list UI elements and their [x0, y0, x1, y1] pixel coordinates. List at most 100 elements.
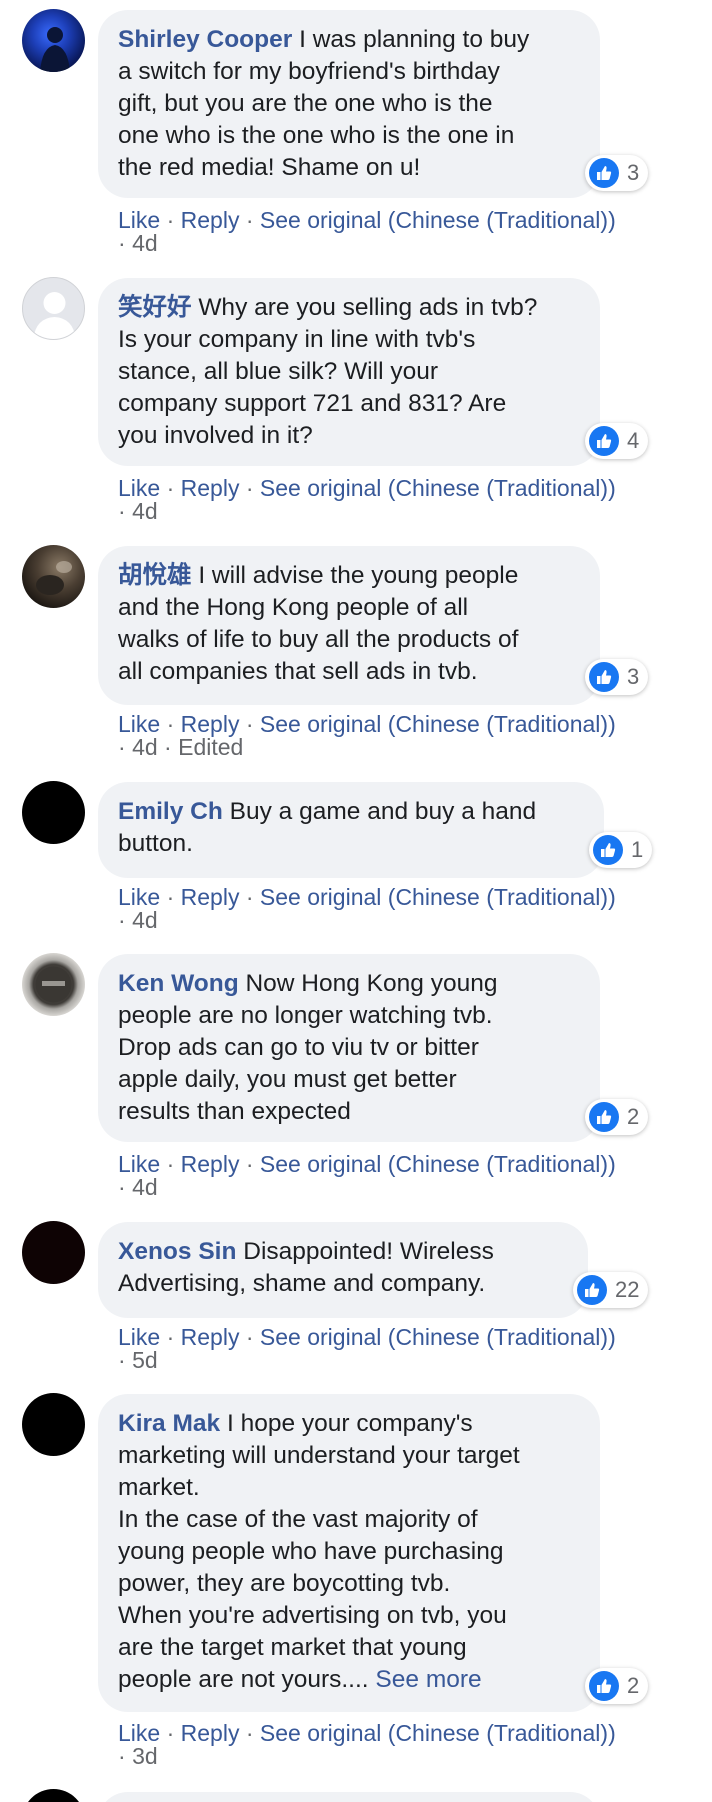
comment-meta: · 5d	[118, 1347, 158, 1373]
comment-text: all companies that sell ads in tvb.	[118, 658, 478, 685]
comment-timestamp[interactable]: 5d	[132, 1347, 158, 1373]
thumbs-up-icon	[589, 662, 619, 692]
reply-button[interactable]: Reply	[181, 884, 240, 910]
reaction-count[interactable]: 22	[573, 1272, 649, 1308]
comment-meta: · 4d	[118, 907, 158, 933]
comment-text: button.	[118, 830, 193, 857]
comment-meta: · 4d	[118, 1174, 158, 1200]
comment-text: a switch for my boyfriend's birthday	[118, 58, 500, 85]
comment-text: When you're advertising on tvb, you	[118, 1602, 507, 1629]
comment-actions: Like · Reply · See original (Chinese (Tr…	[118, 475, 616, 501]
comment-text: Disappointed! Wireless	[243, 1238, 494, 1265]
thumbs-up-icon	[589, 426, 619, 456]
reply-button[interactable]: Reply	[181, 1151, 240, 1177]
thumbs-up-icon	[577, 1275, 607, 1305]
comment-text: I was planning to buy	[299, 26, 530, 53]
avatar[interactable]	[22, 1789, 85, 1802]
reaction-count[interactable]: 1	[589, 832, 653, 868]
see-original-link[interactable]: See original (Chinese (Traditional))	[260, 1151, 616, 1177]
thumbs-up-icon	[589, 1671, 619, 1701]
comment-text: In the case of the vast majority of	[118, 1506, 478, 1533]
see-original-link[interactable]: See original (Chinese (Traditional))	[260, 475, 616, 501]
reply-button[interactable]: Reply	[181, 475, 240, 501]
comment-author[interactable]: Shirley Cooper	[118, 26, 292, 53]
comment-author[interactable]: Kira Mak	[118, 1410, 220, 1437]
comment-timestamp[interactable]: 3d	[132, 1743, 158, 1769]
comment-text: and the Hong Kong people of all	[118, 594, 469, 621]
comment-bubble: Shirley Cooper I was planning to buy a s…	[98, 10, 600, 198]
comment-bubble	[98, 1792, 600, 1802]
comment-text: results than expected	[118, 1098, 351, 1125]
comment-text: gift, but you are the one who is the	[118, 90, 493, 117]
like-count: 22	[615, 1277, 640, 1302]
comment-text: marketing will understand your target	[118, 1442, 520, 1469]
like-count: 4	[627, 428, 640, 453]
see-original-link[interactable]: See original (Chinese (Traditional))	[260, 1720, 616, 1746]
comment-bubble: 胡悅雄 I will advise the young people and t…	[98, 546, 600, 705]
comment-text: I will advise the young people	[198, 562, 519, 589]
comment-timestamp[interactable]: 4d	[132, 907, 158, 933]
reaction-count[interactable]: 3	[585, 155, 649, 191]
comment-author[interactable]: Ken Wong	[118, 970, 239, 997]
comment-text: the red media! Shame on u!	[118, 154, 421, 181]
avatar[interactable]	[22, 953, 85, 1016]
like-count: 3	[627, 160, 640, 185]
comment-text: walks of life to buy all the products of	[118, 626, 519, 653]
comment-text: people are not yours....	[118, 1666, 369, 1693]
comment-text: are the target market that young	[118, 1634, 467, 1661]
comment-text: stance, all blue silk? Will your	[118, 358, 438, 385]
comment-text: one who is the one who is the one in	[118, 122, 515, 149]
comment-actions: Like · Reply · See original (Chinese (Tr…	[118, 1151, 616, 1177]
comment-text: Buy a game and buy a hand	[229, 798, 537, 825]
comment-bubble: Ken Wong Now Hong Kong young people are …	[98, 954, 600, 1142]
avatar[interactable]	[22, 545, 85, 608]
comment-actions: Like · Reply · See original (Chinese (Tr…	[118, 1324, 616, 1350]
like-count: 2	[627, 1673, 640, 1698]
reaction-count[interactable]: 2	[585, 1099, 649, 1135]
reply-button[interactable]: Reply	[181, 207, 240, 233]
edited-label[interactable]: Edited	[178, 734, 243, 760]
comment-author[interactable]: Emily Ch	[118, 798, 223, 825]
comment-author[interactable]: 笑好好	[118, 294, 192, 321]
comment-timestamp[interactable]: 4d	[132, 498, 158, 524]
comment-partial	[0, 1780, 712, 1802]
comment-timestamp[interactable]: 4d	[132, 1174, 158, 1200]
like-count: 3	[627, 664, 640, 689]
avatar[interactable]	[22, 9, 85, 72]
comment-meta: · 4d	[118, 230, 158, 256]
see-more-link[interactable]: See more	[375, 1666, 481, 1693]
comment-timestamp[interactable]: 4d	[132, 230, 158, 256]
comment-text: Is your company in line with tvb's	[118, 326, 476, 353]
comment-text: Advertising, shame and company.	[118, 1270, 486, 1297]
reaction-count[interactable]: 2	[585, 1668, 649, 1704]
see-original-link[interactable]: See original (Chinese (Traditional))	[260, 207, 616, 233]
reply-button[interactable]: Reply	[181, 1720, 240, 1746]
comment-text: I hope your company's	[226, 1410, 473, 1437]
comment-timestamp[interactable]: 4d	[132, 734, 158, 760]
avatar[interactable]	[22, 277, 85, 340]
reaction-count[interactable]: 3	[585, 659, 649, 695]
comment-author[interactable]: Xenos Sin	[118, 1238, 236, 1265]
reply-button[interactable]: Reply	[181, 1324, 240, 1350]
comment-text: Drop ads can go to viu tv or bitter	[118, 1034, 479, 1061]
thumbs-up-icon	[589, 1102, 619, 1132]
comment-bubble: 笑好好 Why are you selling ads in tvb? Is y…	[98, 278, 600, 466]
like-count: 2	[627, 1104, 640, 1129]
comment-text: Why are you selling ads in tvb?	[198, 294, 538, 321]
see-original-link[interactable]: See original (Chinese (Traditional))	[260, 884, 616, 910]
see-original-link[interactable]: See original (Chinese (Traditional))	[260, 711, 616, 737]
reaction-count[interactable]: 4	[585, 423, 649, 459]
comment-text: people are no longer watching tvb.	[118, 1002, 493, 1029]
comment-text: power, they are boycotting tvb.	[118, 1570, 451, 1597]
comment-meta: · 4d · Edited	[118, 734, 244, 760]
avatar[interactable]	[22, 1221, 85, 1284]
avatar[interactable]	[22, 1393, 85, 1456]
comment-meta: · 3d	[118, 1743, 158, 1769]
avatar[interactable]	[22, 781, 85, 844]
comment-text: company support 721 and 831? Are	[118, 390, 507, 417]
comment-author[interactable]: 胡悅雄	[118, 562, 192, 589]
comment-text: market.	[118, 1474, 200, 1501]
comment-text: apple daily, you must get better	[118, 1066, 457, 1093]
comment-bubble: Emily Ch Buy a game and buy a hand butto…	[98, 782, 604, 878]
see-original-link[interactable]: See original (Chinese (Traditional))	[260, 1324, 616, 1350]
